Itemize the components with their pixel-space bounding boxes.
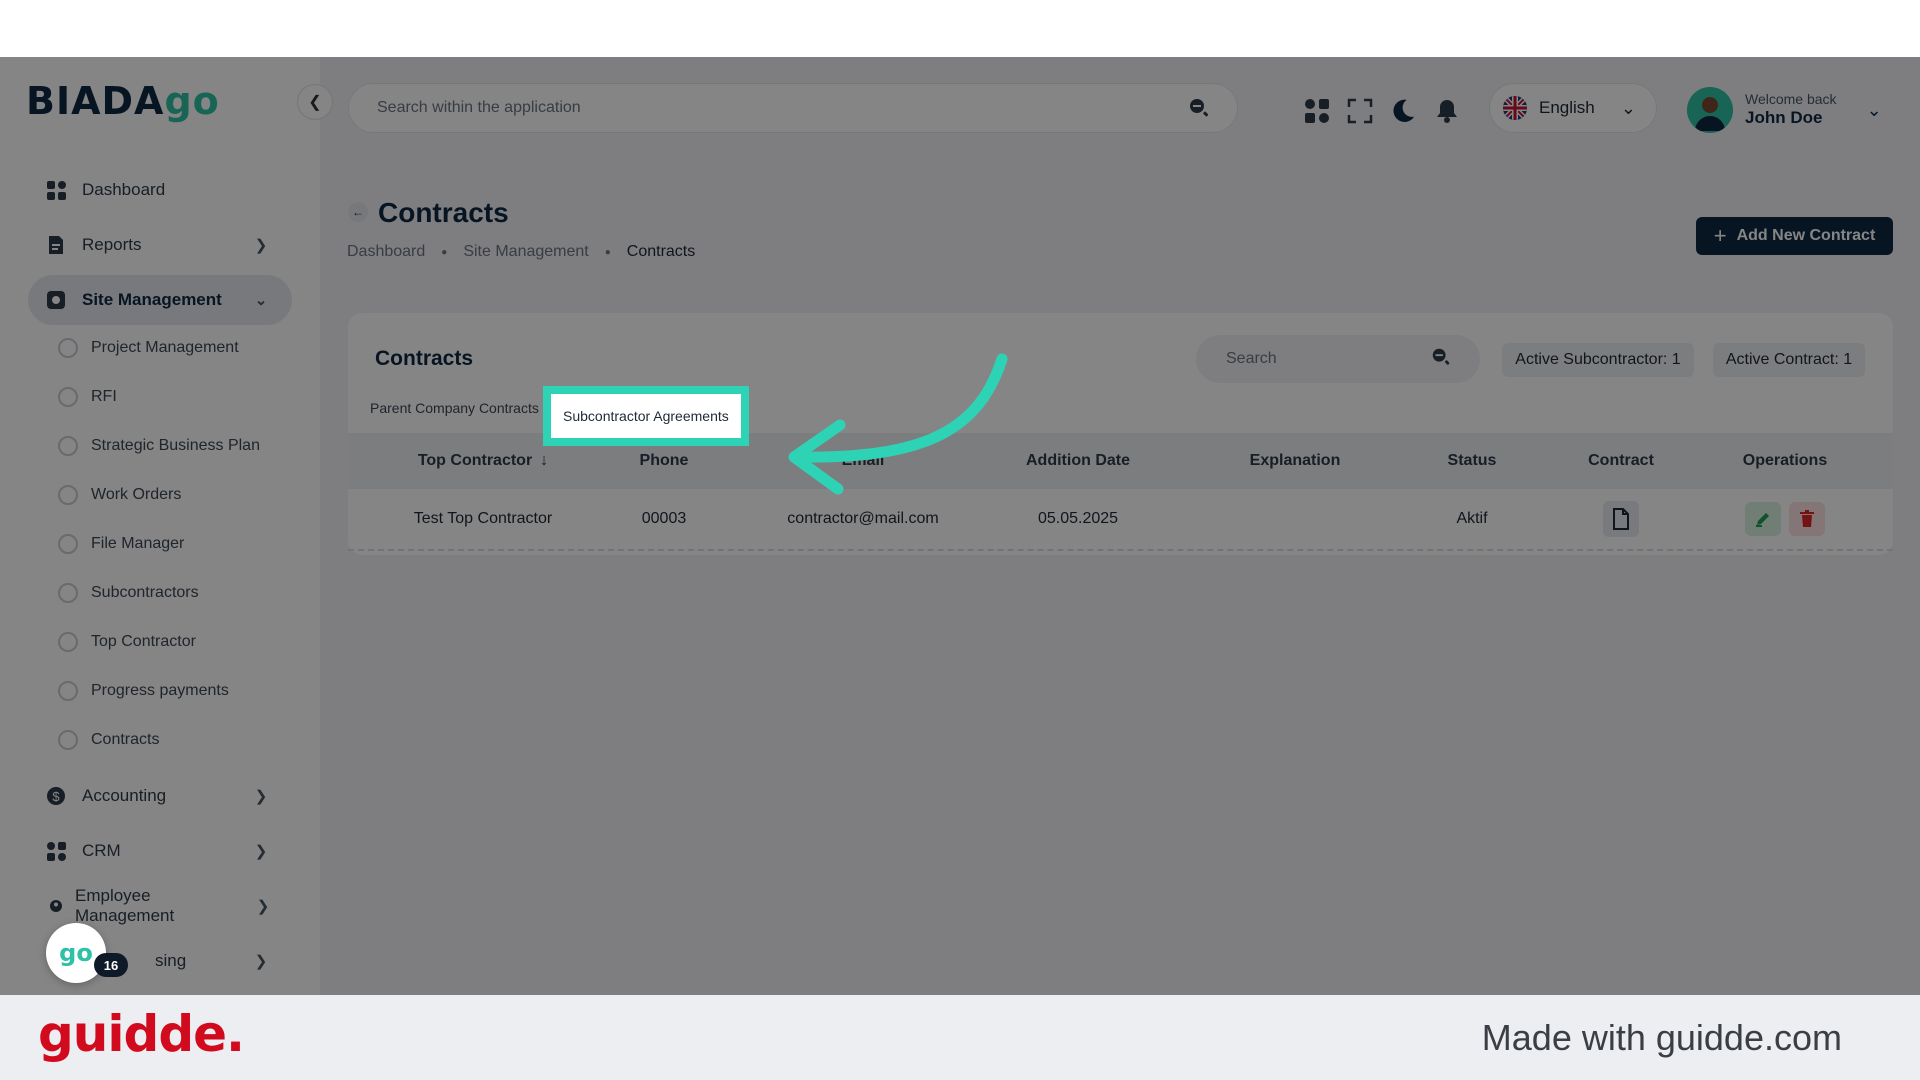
sidebar-subitem-top-contractor[interactable]: Top Contractor xyxy=(58,622,196,662)
global-search-input[interactable] xyxy=(375,98,1187,118)
uk-flag-icon xyxy=(1503,96,1527,120)
column-contract: Contract xyxy=(1588,452,1654,469)
chevron-right-icon: ❯ xyxy=(254,843,268,860)
global-search[interactable] xyxy=(348,83,1238,133)
card-title: Contracts xyxy=(375,347,474,370)
sidebar-subitem-progress-payments[interactable]: Progress payments xyxy=(58,671,229,711)
chevron-right-icon: ❯ xyxy=(254,953,268,970)
sidebar-subitem-subcontractors[interactable]: Subcontractors xyxy=(58,573,199,613)
circle-icon xyxy=(58,583,78,603)
sidebar-subitem-file-manager[interactable]: File Manager xyxy=(58,524,184,564)
user-menu[interactable]: Welcome back John Doe ⌄ xyxy=(1687,83,1882,137)
breadcrumb-separator: ● xyxy=(604,246,611,258)
sort-down-arrow-icon[interactable]: ↓ xyxy=(540,452,548,470)
chevron-right-icon: ❯ xyxy=(254,788,268,805)
language-selector[interactable]: English ⌄ xyxy=(1489,83,1657,133)
view-contract-button[interactable] xyxy=(1603,501,1639,537)
made-with-text: Made with guidde.com xyxy=(1481,1017,1842,1058)
sidebar-subitem-work-orders[interactable]: Work Orders xyxy=(58,475,181,515)
column-status[interactable]: Status xyxy=(1412,433,1532,489)
circle-icon xyxy=(58,534,78,554)
table-search-input[interactable] xyxy=(1224,349,1430,369)
assistant-widget-button[interactable]: go xyxy=(46,923,106,983)
circle-icon xyxy=(58,436,78,456)
sidebar-subitem-rfi[interactable]: RFI xyxy=(58,377,117,417)
sidebar-subitem-strategic-business-plan[interactable]: Strategic Business Plan xyxy=(58,426,260,466)
cell-top-contractor: Test Top Contractor xyxy=(413,510,553,527)
dollar-icon: $ xyxy=(46,786,66,806)
sidebar-item-accounting[interactable]: $ Accounting ❯ xyxy=(28,771,292,821)
page-title: Contracts xyxy=(378,197,509,228)
search-icon[interactable] xyxy=(1187,96,1211,120)
cell-status: Aktif xyxy=(1456,510,1488,527)
breadcrumb-dashboard[interactable]: Dashboard xyxy=(347,243,425,261)
circle-icon xyxy=(58,338,78,358)
collapse-sidebar-button[interactable]: ❮ xyxy=(297,84,333,120)
breadcrumb-separator: ● xyxy=(441,246,448,258)
grid-icon xyxy=(46,180,66,200)
sidebar-item-crm[interactable]: CRM ❯ xyxy=(28,826,292,876)
chevron-right-icon: ❯ xyxy=(256,898,270,915)
cell-contract xyxy=(1561,489,1681,549)
guidde-logo: guidde. xyxy=(38,1005,245,1063)
trash-icon xyxy=(1800,510,1814,527)
search-icon[interactable] xyxy=(1430,346,1452,373)
grid-icon xyxy=(46,841,66,861)
plus-icon: + xyxy=(1713,223,1727,248)
table-row: Test Top Contractor 00003 contractor@mai… xyxy=(348,489,1893,551)
notification-bell-icon[interactable] xyxy=(1434,98,1460,124)
pencil-icon xyxy=(1756,513,1769,527)
dark-mode-moon-icon[interactable] xyxy=(1390,98,1416,124)
edit-button[interactable] xyxy=(1745,502,1781,536)
cell-email: contractor@mail.com xyxy=(787,510,939,527)
circle-icon xyxy=(58,387,78,407)
cell-addition-date: 05.05.2025 xyxy=(1037,510,1119,527)
guidde-footer: guidde. Made with guidde.com xyxy=(0,995,1920,1080)
breadcrumb-contracts: Contracts xyxy=(626,243,696,260)
sidebar-subitem-contracts[interactable]: Contracts xyxy=(58,720,159,760)
top-strip xyxy=(0,0,1920,57)
chevron-left-icon: ❮ xyxy=(308,94,322,111)
column-explanation[interactable]: Explanation xyxy=(1210,433,1380,489)
svg-text:$: $ xyxy=(52,789,60,804)
sidebar-item-site-management[interactable]: Site Management ⌄ xyxy=(28,275,292,325)
active-contract-badge: Active Contract: 1 xyxy=(1713,343,1865,377)
back-arrow-icon[interactable]: ← xyxy=(348,202,368,222)
cell-explanation xyxy=(1210,489,1380,549)
delete-button[interactable] xyxy=(1789,502,1825,536)
tab-subcontractor-agreements[interactable]: Subcontractor Agreements xyxy=(543,386,749,446)
circle-icon xyxy=(58,632,78,652)
sidebar-item-dashboard[interactable]: Dashboard xyxy=(28,165,292,215)
sidebar-item-reports[interactable]: Reports ❯ xyxy=(28,220,292,270)
person-icon xyxy=(46,896,66,916)
apps-icon[interactable] xyxy=(1304,98,1330,124)
avatar xyxy=(1687,87,1733,133)
breadcrumb-site-management[interactable]: Site Management xyxy=(463,243,588,261)
chevron-down-icon: ⌄ xyxy=(1866,99,1882,120)
site-icon xyxy=(46,290,66,310)
chevron-down-icon: ⌄ xyxy=(1620,97,1636,118)
notification-count-badge: 16 xyxy=(94,953,128,977)
report-icon xyxy=(46,235,66,255)
brand-logo[interactable]: BIADAgo xyxy=(26,79,220,123)
active-subcontractor-badge: Active Subcontractor: 1 xyxy=(1502,343,1694,377)
circle-icon xyxy=(58,730,78,750)
app-window: BIADAgo Dashboard Reports ❯ Site Managem… xyxy=(0,57,1920,995)
breadcrumb: Dashboard ● Site Management ● Contracts xyxy=(347,243,695,261)
fullscreen-icon[interactable] xyxy=(1347,98,1373,124)
sidebar: BIADAgo Dashboard Reports ❯ Site Managem… xyxy=(0,57,320,995)
cell-operations xyxy=(1710,489,1860,549)
tutorial-arrow-icon xyxy=(788,353,1008,495)
cell-phone: 00003 xyxy=(641,510,687,527)
sidebar-subitem-project-management[interactable]: Project Management xyxy=(58,328,239,368)
circle-icon xyxy=(58,485,78,505)
table-search[interactable] xyxy=(1196,335,1480,383)
chevron-right-icon: ❯ xyxy=(254,237,268,254)
circle-icon xyxy=(58,681,78,701)
add-new-contract-button[interactable]: + Add New Contract xyxy=(1696,217,1893,255)
chevron-down-icon: ⌄ xyxy=(254,292,268,309)
column-operations: Operations xyxy=(1742,452,1828,469)
tab-parent-company-contracts[interactable]: Parent Company Contracts xyxy=(370,388,539,428)
